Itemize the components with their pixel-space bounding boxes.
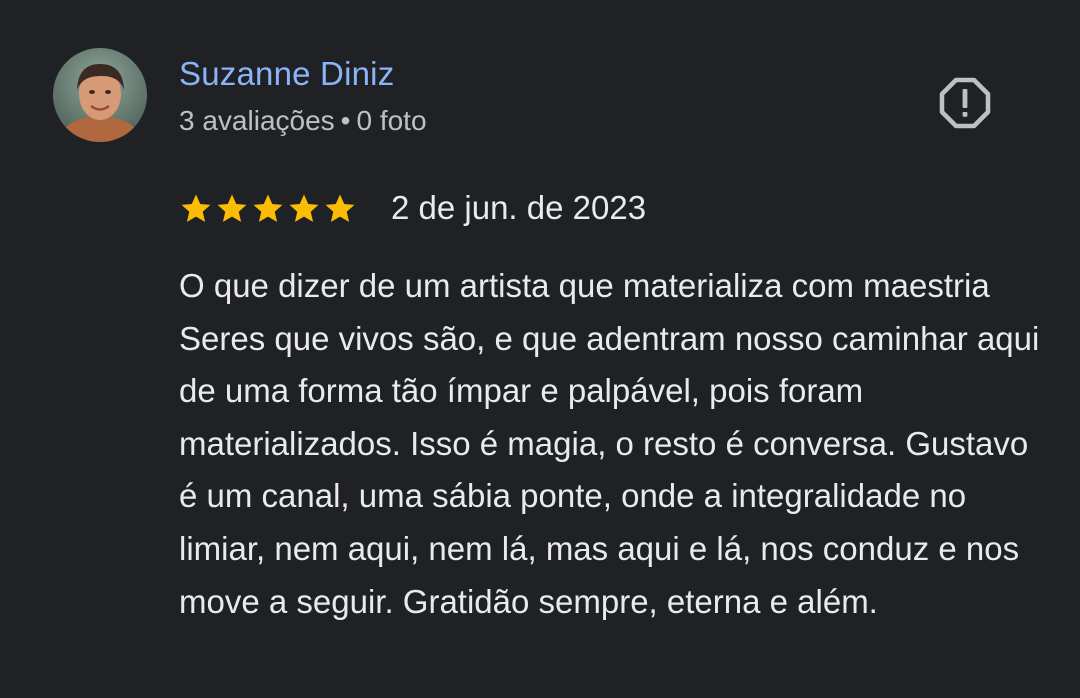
star-icon xyxy=(215,192,249,225)
meta-separator: • xyxy=(340,105,351,136)
star-rating xyxy=(179,192,357,225)
report-button[interactable] xyxy=(938,76,992,130)
reviews-count: 3 avaliações xyxy=(179,105,335,136)
review-text: O que dizer de um artista que materializ… xyxy=(179,267,1040,620)
star-icon xyxy=(251,192,285,225)
report-octagon-icon xyxy=(939,77,991,129)
avatar[interactable] xyxy=(53,48,147,142)
avatar-photo xyxy=(53,48,147,142)
star-icon xyxy=(323,192,357,225)
photos-count: 0 foto xyxy=(356,105,427,136)
review-card: Suzanne Diniz 3 avaliações • 0 foto 2 de… xyxy=(0,0,1080,698)
star-icon xyxy=(179,192,213,225)
reviewer-meta: 3 avaliações • 0 foto xyxy=(179,102,427,140)
reviewer-name[interactable]: Suzanne Diniz xyxy=(179,53,394,95)
rating-row: 2 de jun. de 2023 xyxy=(179,186,646,230)
star-icon xyxy=(287,192,321,225)
review-date: 2 de jun. de 2023 xyxy=(391,189,647,226)
